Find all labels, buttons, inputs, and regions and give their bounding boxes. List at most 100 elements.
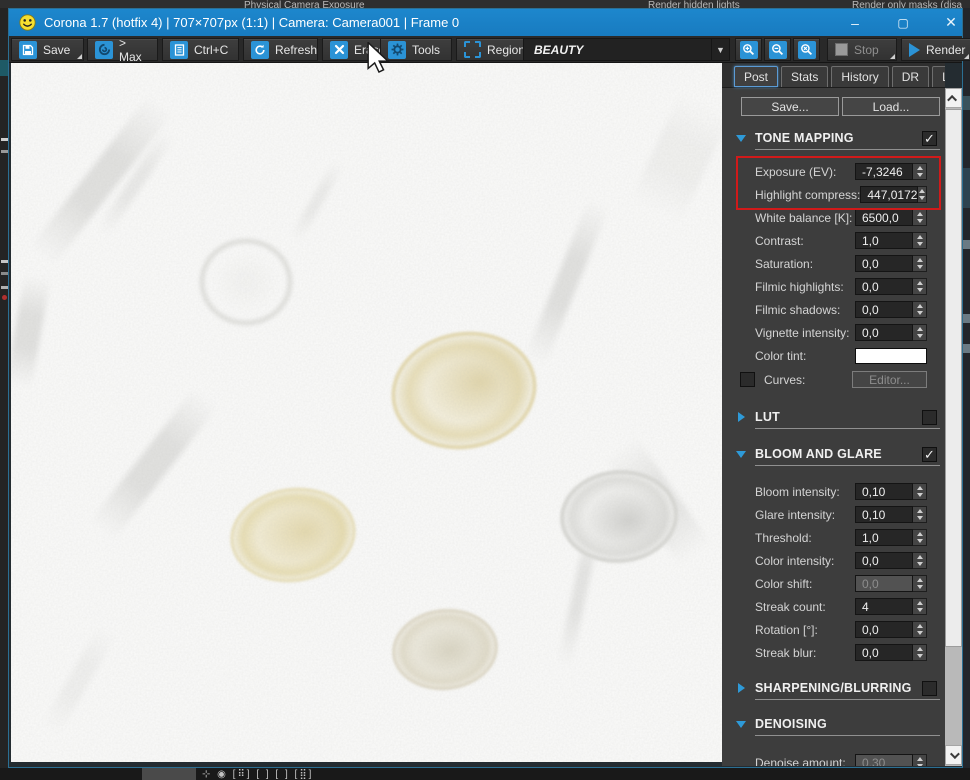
saturation-field[interactable] bbox=[855, 255, 913, 272]
rollout-sharpening[interactable]: SHARPENING/BLURRING bbox=[736, 680, 940, 696]
spinner-down-icon[interactable] bbox=[916, 585, 923, 589]
streak-blur-field[interactable] bbox=[855, 644, 913, 661]
stop-button[interactable]: Stop bbox=[827, 38, 897, 61]
background-fragment bbox=[1, 260, 8, 263]
curves-checkbox[interactable] bbox=[740, 372, 755, 387]
param-row: Saturation: bbox=[755, 255, 927, 272]
curves-editor-button[interactable]: Editor... bbox=[852, 371, 927, 388]
rotation-field[interactable] bbox=[855, 621, 913, 638]
spinner-up-icon[interactable] bbox=[916, 258, 923, 262]
render-egg bbox=[388, 603, 502, 696]
zoom-in-button[interactable] bbox=[735, 38, 762, 61]
tab-dr[interactable]: DR bbox=[891, 66, 930, 87]
spinner-up-icon[interactable] bbox=[916, 235, 923, 239]
streak-count-field[interactable] bbox=[855, 598, 913, 615]
threshold-field[interactable] bbox=[855, 529, 913, 546]
param-row: Curves: Editor... bbox=[740, 371, 927, 388]
zoom-reset-button[interactable] bbox=[793, 38, 820, 61]
minimize-button[interactable]: – bbox=[835, 9, 875, 36]
section-divider bbox=[755, 465, 940, 466]
bloom-glare-checkbox[interactable]: ✓ bbox=[922, 446, 937, 462]
copy-button[interactable]: Ctrl+C bbox=[162, 38, 239, 61]
lut-checkbox[interactable] bbox=[922, 409, 937, 425]
spinner-up-icon[interactable] bbox=[916, 486, 923, 490]
vignette-intensity-field[interactable] bbox=[855, 324, 913, 341]
render-noise-streak bbox=[11, 273, 51, 389]
param-label: Filmic shadows: bbox=[755, 302, 841, 317]
color-shift-field[interactable] bbox=[855, 575, 913, 592]
close-button[interactable]: ✕ bbox=[931, 9, 970, 36]
spinner-down-icon[interactable] bbox=[916, 764, 923, 766]
spinner-down-icon[interactable] bbox=[916, 562, 923, 566]
white-balance-field[interactable] bbox=[855, 209, 913, 226]
render-button[interactable]: Render bbox=[901, 38, 970, 61]
spinner-down-icon[interactable] bbox=[916, 516, 923, 520]
chevron-down-icon[interactable]: ▼ bbox=[711, 39, 729, 60]
rollout-denoising[interactable]: DENOISING bbox=[736, 716, 940, 732]
refresh-button[interactable]: Refresh bbox=[243, 38, 318, 61]
spinner-up-icon[interactable] bbox=[916, 624, 923, 628]
zoom-out-button[interactable] bbox=[764, 38, 791, 61]
spinner-down-icon[interactable] bbox=[916, 631, 923, 635]
color-tint-swatch[interactable] bbox=[855, 347, 927, 364]
spinner-up-icon[interactable] bbox=[916, 555, 923, 559]
spinner-up-icon[interactable] bbox=[916, 647, 923, 651]
spinner-down-icon[interactable] bbox=[916, 608, 923, 612]
to-max-button[interactable]: > Max bbox=[87, 36, 158, 64]
rollout-tone-mapping[interactable]: TONE MAPPING ✓ bbox=[736, 130, 940, 146]
spinner bbox=[913, 506, 927, 523]
scroll-down-button[interactable] bbox=[945, 745, 962, 765]
spinner-down-icon[interactable] bbox=[916, 265, 923, 269]
tab-stats[interactable]: Stats bbox=[781, 66, 829, 87]
color-intensity-field[interactable] bbox=[855, 552, 913, 569]
tab-post[interactable]: Post bbox=[734, 66, 779, 87]
bloom-intensity-field[interactable] bbox=[855, 483, 913, 500]
refresh-icon bbox=[251, 40, 269, 59]
save-button[interactable]: Save bbox=[11, 38, 84, 61]
window-title: Corona 1.7 (hotfix 4) | 707×707px (1:1) … bbox=[44, 15, 460, 30]
glare-intensity-field[interactable] bbox=[855, 506, 913, 523]
spinner-down-icon[interactable] bbox=[916, 539, 923, 543]
spinner-up-icon[interactable] bbox=[916, 757, 923, 761]
spinner-up-icon[interactable] bbox=[916, 212, 923, 216]
spinner-down-icon[interactable] bbox=[916, 219, 923, 223]
titlebar[interactable]: Corona 1.7 (hotfix 4) | 707×707px (1:1) … bbox=[9, 9, 962, 36]
dropdown-corner-icon bbox=[77, 54, 82, 59]
render-channel-select[interactable]: BEAUTY ▼ bbox=[523, 38, 730, 61]
spinner-down-icon[interactable] bbox=[916, 288, 923, 292]
filmic-highlights-field[interactable] bbox=[855, 278, 913, 295]
region-button[interactable]: Region bbox=[456, 38, 532, 61]
spinner bbox=[913, 301, 927, 318]
tab-lightmix[interactable]: LightMix bbox=[932, 66, 945, 87]
denoise-amount-field[interactable] bbox=[855, 754, 913, 766]
section-title: SHARPENING/BLURRING bbox=[755, 681, 912, 695]
rollout-lut[interactable]: LUT bbox=[736, 409, 940, 425]
contrast-field[interactable] bbox=[855, 232, 913, 249]
sharpening-checkbox[interactable] bbox=[922, 680, 937, 696]
save-settings-button[interactable]: Save... bbox=[741, 97, 839, 116]
panel-scrollbar[interactable] bbox=[945, 88, 962, 766]
maximize-button[interactable]: ▢ bbox=[883, 9, 923, 36]
scrollbar-thumb[interactable] bbox=[945, 109, 962, 647]
spinner-up-icon[interactable] bbox=[916, 532, 923, 536]
render-noise-streak bbox=[630, 91, 722, 225]
spinner-up-icon[interactable] bbox=[916, 327, 923, 331]
tools-button[interactable]: Tools bbox=[380, 38, 452, 61]
tab-history[interactable]: History bbox=[831, 66, 889, 87]
spinner-up-icon[interactable] bbox=[916, 509, 923, 513]
spinner-down-icon[interactable] bbox=[916, 334, 923, 338]
spinner-down-icon[interactable] bbox=[916, 311, 923, 315]
spinner-up-icon[interactable] bbox=[916, 281, 923, 285]
filmic-shadows-field[interactable] bbox=[855, 301, 913, 318]
render-viewport[interactable] bbox=[11, 63, 722, 762]
tone-mapping-checkbox[interactable]: ✓ bbox=[922, 130, 937, 146]
spinner-down-icon[interactable] bbox=[916, 493, 923, 497]
rollout-bloom-glare[interactable]: BLOOM AND GLARE ✓ bbox=[736, 446, 940, 462]
load-settings-button[interactable]: Load... bbox=[842, 97, 940, 116]
spinner-down-icon[interactable] bbox=[916, 654, 923, 658]
spinner-up-icon[interactable] bbox=[916, 578, 923, 582]
spinner-down-icon[interactable] bbox=[916, 242, 923, 246]
spinner-up-icon[interactable] bbox=[916, 601, 923, 605]
spinner-up-icon[interactable] bbox=[916, 304, 923, 308]
scroll-up-button[interactable] bbox=[945, 88, 962, 108]
